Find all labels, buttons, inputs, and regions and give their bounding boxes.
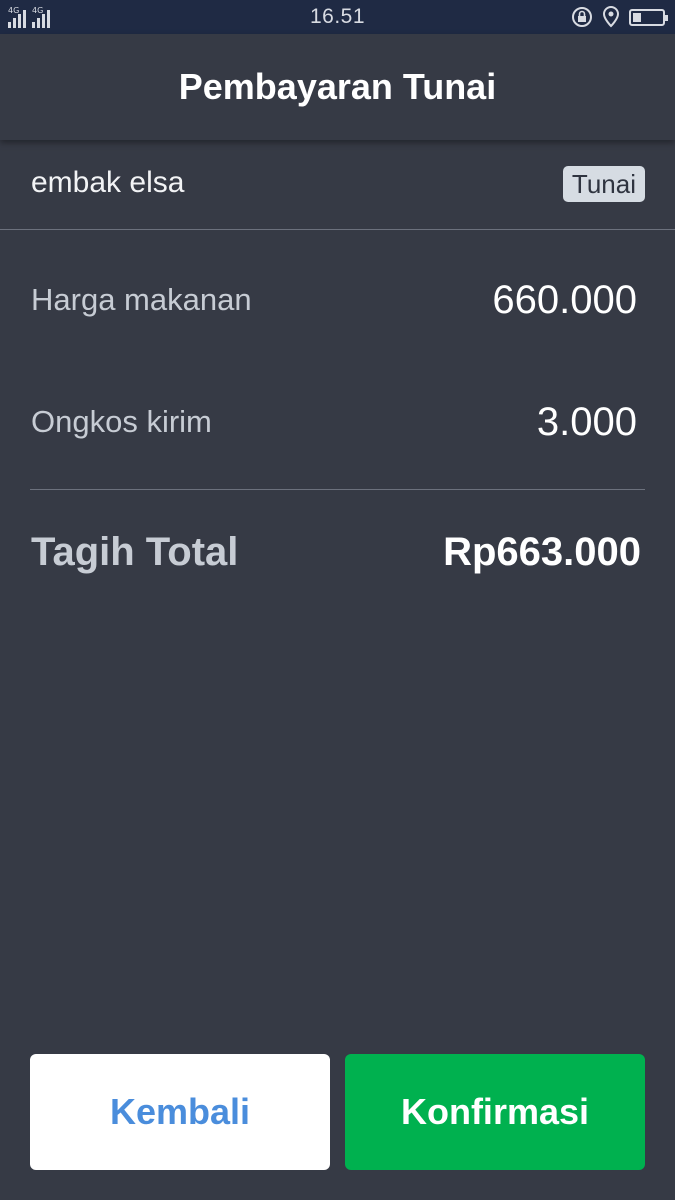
- divider: [30, 489, 645, 490]
- food-price-row: Harga makanan 660.000: [0, 270, 675, 330]
- status-left: 4G 4G: [8, 6, 50, 28]
- delivery-fee-label: Ongkos kirim: [31, 404, 212, 439]
- page-title: Pembayaran Tunai: [178, 66, 497, 107]
- total-label: Tagih Total: [31, 530, 239, 574]
- food-price-label: Harga makanan: [31, 282, 252, 317]
- battery-icon: [629, 8, 668, 26]
- status-bar: 4G 4G 16.51: [0, 0, 675, 34]
- total-row: Tagih Total Rp663.000: [0, 520, 675, 590]
- network-type-label: 4G: [32, 6, 44, 15]
- header: Pembayaran Tunai: [0, 34, 675, 140]
- total-value: Rp663.000: [443, 530, 641, 574]
- location-icon: [602, 6, 620, 28]
- delivery-fee-row: Ongkos kirim 3.000: [0, 392, 675, 452]
- customer-name: embak elsa: [31, 166, 185, 199]
- status-time: 16.51: [309, 5, 366, 28]
- food-price-value: 660.000: [492, 278, 637, 322]
- delivery-fee-value: 3.000: [536, 400, 637, 444]
- signal-icon: 4G: [8, 6, 26, 28]
- confirm-button[interactable]: Konfirmasi: [345, 1054, 645, 1170]
- customer-row: embak elsa Tunai: [0, 140, 675, 230]
- network-type-label: 4G: [8, 6, 20, 15]
- status-right: [571, 6, 668, 28]
- rotation-lock-icon: [572, 7, 592, 27]
- signal-icon: 4G: [32, 6, 50, 28]
- battery-fill: [633, 12, 641, 22]
- back-button[interactable]: Kembali: [30, 1054, 330, 1170]
- payment-method-badge: Tunai: [562, 166, 645, 202]
